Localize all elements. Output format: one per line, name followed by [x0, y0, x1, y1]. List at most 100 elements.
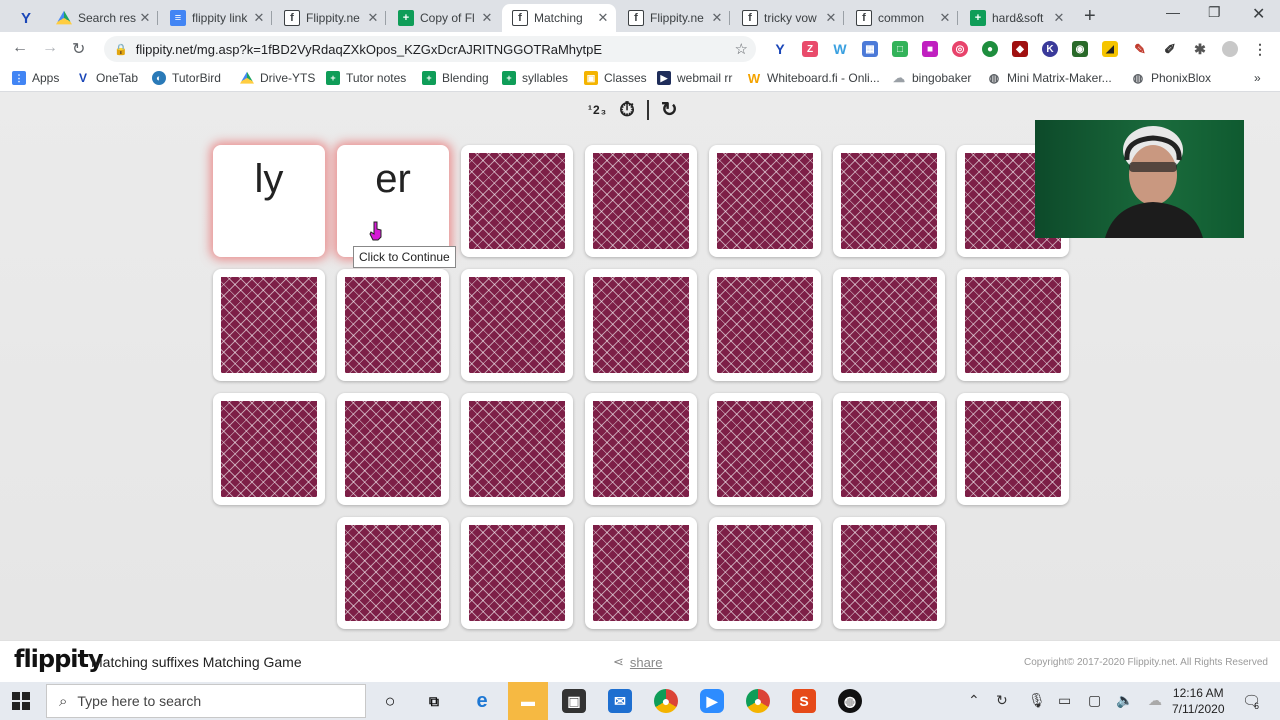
memory-card-facedown[interactable]: [461, 517, 573, 629]
tab-4[interactable]: + Copy of Fl ✕: [388, 4, 500, 32]
bookmark-tutor-notes[interactable]: + Tutor notes: [326, 71, 406, 85]
edge-icon[interactable]: e: [470, 689, 494, 713]
window-close-icon[interactable]: ✕: [1252, 4, 1265, 24]
memory-card-facedown[interactable]: [213, 269, 325, 381]
new-tab-icon[interactable]: +: [1084, 5, 1096, 28]
cortana-icon[interactable]: ○: [378, 689, 402, 713]
extension-icon[interactable]: ●: [982, 41, 998, 57]
memory-card-facedown[interactable]: [709, 269, 821, 381]
file-explorer-icon[interactable]: ▬: [508, 682, 548, 720]
memory-card-facedown[interactable]: [709, 145, 821, 257]
tab-5-active[interactable]: f Matching ✕: [502, 4, 616, 32]
chrome-icon[interactable]: ●: [746, 689, 770, 713]
extension-icon[interactable]: ◆: [1012, 41, 1028, 57]
numbers-toggle[interactable]: ¹2₃: [588, 103, 607, 117]
k-extension-icon[interactable]: K: [1042, 41, 1058, 57]
memory-card-facedown[interactable]: [585, 393, 697, 505]
tab-1[interactable]: Search res ✕: [46, 4, 158, 32]
close-icon[interactable]: ✕: [824, 10, 838, 26]
memory-card-facedown[interactable]: [709, 517, 821, 629]
memory-card-revealed[interactable]: ly: [213, 145, 325, 257]
profile-avatar[interactable]: [1222, 41, 1238, 57]
taskbar-search[interactable]: ⌕ Type here to search: [46, 684, 366, 718]
tab-6[interactable]: f Flippity.ne ✕: [618, 4, 730, 32]
minimize-icon[interactable]: —: [1166, 4, 1180, 20]
tab-7[interactable]: f tricky vow ✕: [732, 4, 844, 32]
close-icon[interactable]: ✕: [1052, 10, 1066, 26]
tray-expand-icon[interactable]: ⌃: [968, 692, 980, 709]
cloud-icon[interactable]: ☁: [1148, 692, 1162, 709]
extension-icon[interactable]: ▦: [862, 41, 878, 57]
microphone-icon[interactable]: 🎙: [1028, 692, 1046, 709]
close-icon[interactable]: ✕: [138, 10, 152, 26]
bookmark-onetab[interactable]: V OneTab: [76, 71, 138, 85]
tab-9[interactable]: + hard&soft ✕: [960, 4, 1072, 32]
memory-card-facedown[interactable]: [957, 269, 1069, 381]
system-clock[interactable]: 12:16 AM 7/11/2020: [1172, 685, 1225, 717]
close-icon[interactable]: ✕: [710, 10, 724, 26]
w-extension-icon[interactable]: W: [832, 41, 848, 57]
bookmark-mini-matrix[interactable]: ◍ Mini Matrix-Maker...: [987, 71, 1112, 85]
close-icon[interactable]: ✕: [366, 10, 380, 26]
memory-card-facedown[interactable]: [709, 393, 821, 505]
memory-card-facedown[interactable]: [833, 517, 945, 629]
memory-card-facedown[interactable]: [833, 269, 945, 381]
maximize-icon[interactable]: ❐: [1208, 4, 1221, 21]
memory-card-facedown[interactable]: [833, 145, 945, 257]
bookmark-drive-yts[interactable]: Drive-YTS: [240, 71, 315, 85]
close-icon[interactable]: ✕: [938, 10, 952, 26]
bookmark-webmail[interactable]: ▶ webmail rr: [657, 71, 732, 85]
mail-icon[interactable]: ✉: [608, 689, 632, 713]
pen-extension-icon[interactable]: ✎: [1132, 41, 1148, 57]
bookmark-syllables[interactable]: + syllables: [502, 71, 568, 85]
bookmarks-overflow-icon[interactable]: »: [1254, 71, 1261, 85]
bookmark-bingobaker[interactable]: ☁ bingobaker: [892, 71, 971, 85]
memory-card-facedown[interactable]: [337, 517, 449, 629]
forward-icon[interactable]: →: [42, 39, 58, 57]
flippity-logo[interactable]: flippity: [14, 645, 104, 673]
tab-3[interactable]: f Flippity.ne ✕: [274, 4, 386, 32]
extension-icon[interactable]: ◎: [952, 41, 968, 57]
tab-2[interactable]: ≡ flippity link ✕: [160, 4, 272, 32]
network-icon[interactable]: ▢: [1088, 692, 1101, 709]
menu-icon[interactable]: ⋮: [1252, 41, 1268, 57]
app-icon[interactable]: ◍: [838, 689, 862, 713]
extension-icon[interactable]: ◉: [1072, 41, 1088, 57]
reload-icon[interactable]: ↻: [72, 39, 85, 59]
back-icon[interactable]: ←: [12, 39, 28, 57]
close-icon[interactable]: ✕: [480, 10, 494, 26]
close-icon[interactable]: ✕: [596, 10, 610, 26]
extension-icon[interactable]: □: [892, 41, 908, 57]
eyedropper-icon[interactable]: ✐: [1162, 41, 1178, 57]
tab-8[interactable]: f common ✕: [846, 4, 958, 32]
extension-icon[interactable]: Z: [802, 41, 818, 57]
memory-card-facedown[interactable]: [833, 393, 945, 505]
restart-icon[interactable]: ↻: [661, 100, 678, 120]
memory-card-revealed[interactable]: er: [337, 145, 449, 257]
zoom-icon[interactable]: ▶: [700, 689, 724, 713]
volume-icon[interactable]: 🔈: [1116, 692, 1133, 709]
task-view-icon[interactable]: ⧉: [422, 689, 446, 713]
close-icon[interactable]: ✕: [252, 10, 266, 26]
memory-card-facedown[interactable]: [337, 269, 449, 381]
bookmark-blending[interactable]: + Blending: [422, 71, 489, 85]
bookmark-tutorbird[interactable]: ◐ TutorBird: [152, 71, 221, 85]
battery-icon[interactable]: ▭: [1058, 692, 1071, 709]
extension-icon[interactable]: ◢: [1102, 41, 1118, 57]
extension-icon[interactable]: ■: [922, 41, 938, 57]
memory-card-facedown[interactable]: [585, 517, 697, 629]
memory-card-facedown[interactable]: [461, 269, 573, 381]
windows-start-icon[interactable]: [12, 692, 30, 710]
tab-0[interactable]: Y: [8, 4, 44, 32]
bookmark-phonixblox[interactable]: ◍ PhonixBlox: [1131, 71, 1211, 85]
bookmark-classes[interactable]: ▣ Classes: [584, 71, 647, 85]
store-icon[interactable]: ▣: [562, 689, 586, 713]
timer-icon[interactable]: ⏱: [619, 100, 635, 120]
share-link[interactable]: ⋖ share: [613, 654, 662, 670]
memory-card-facedown[interactable]: [957, 393, 1069, 505]
bookmark-apps[interactable]: ⋮ Apps: [12, 71, 59, 85]
memory-card-facedown[interactable]: [461, 393, 573, 505]
address-bar[interactable]: 🔒 flippity.net/mg.asp?k=1fBD2VyRdaqZXkOp…: [104, 36, 756, 62]
puzzle-icon[interactable]: ✱: [1192, 41, 1208, 57]
memory-card-facedown[interactable]: [461, 145, 573, 257]
